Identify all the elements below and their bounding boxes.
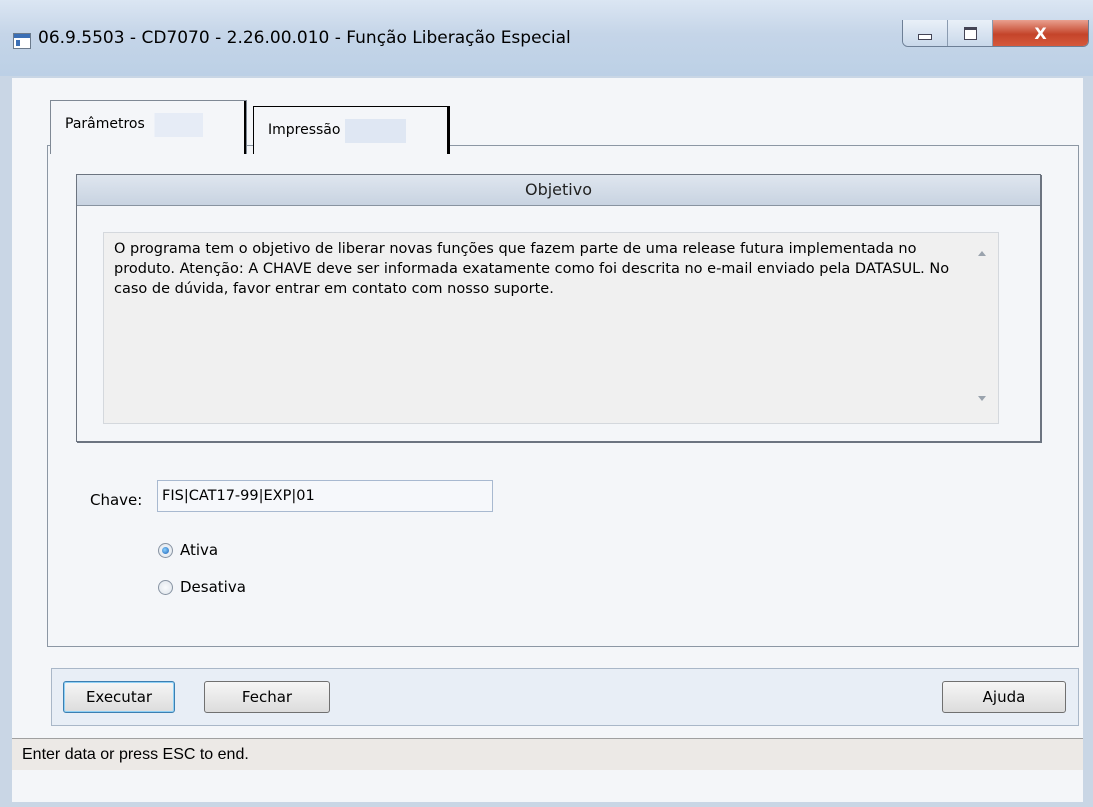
client-area: Parâmetros Impressão Objetivo O programa…	[12, 78, 1083, 802]
status-bar: Enter data or press ESC to end.	[12, 738, 1083, 770]
title-bar[interactable]: 06.9.5503 - CD7070 - 2.26.00.010 - Funçã…	[0, 0, 1093, 76]
tab-impressao-label: Impressão	[264, 119, 406, 143]
minimize-icon	[918, 34, 932, 40]
radio-ativa-circle[interactable]	[158, 542, 173, 558]
executar-button[interactable]: Executar	[63, 681, 175, 713]
radio-desativa[interactable]: Desativa	[158, 578, 246, 596]
scroll-down-arrow-icon[interactable]	[978, 396, 986, 401]
maximize-button[interactable]	[948, 20, 993, 46]
radio-ativa-label: Ativa	[180, 541, 219, 559]
objetivo-textarea[interactable]: O programa tem o objetivo de liberar nov…	[103, 232, 999, 424]
maximize-icon	[963, 26, 977, 40]
app-window-icon[interactable]	[13, 33, 31, 49]
fechar-button[interactable]: Fechar	[204, 681, 330, 713]
radio-desativa-circle[interactable]	[158, 579, 173, 595]
chave-label: Chave:	[90, 491, 143, 509]
objetivo-header: Objetivo	[77, 175, 1040, 206]
scroll-up-arrow-icon[interactable]	[978, 251, 986, 256]
button-bar: Executar Fechar Ajuda	[51, 668, 1079, 726]
tab-parametros-label: Parâmetros	[61, 113, 203, 137]
tab-parametros[interactable]: Parâmetros	[50, 100, 247, 154]
window-controls: X	[902, 20, 1089, 47]
radio-desativa-label: Desativa	[180, 578, 246, 596]
close-button[interactable]: X	[993, 20, 1088, 46]
objetivo-text: O programa tem o objetivo de liberar nov…	[114, 241, 950, 297]
chave-input[interactable]	[157, 480, 493, 512]
tab-impressao[interactable]: Impressão	[253, 106, 450, 154]
radio-ativa[interactable]: Ativa	[158, 541, 218, 559]
objetivo-group: Objetivo O programa tem o objetivo de li…	[76, 174, 1041, 442]
application-window: 06.9.5503 - CD7070 - 2.26.00.010 - Funçã…	[0, 0, 1093, 807]
window-title: 06.9.5503 - CD7070 - 2.26.00.010 - Funçã…	[38, 28, 571, 48]
close-icon: X	[1034, 23, 1047, 43]
ajuda-button[interactable]: Ajuda	[942, 681, 1066, 713]
minimize-button[interactable]	[903, 20, 948, 46]
